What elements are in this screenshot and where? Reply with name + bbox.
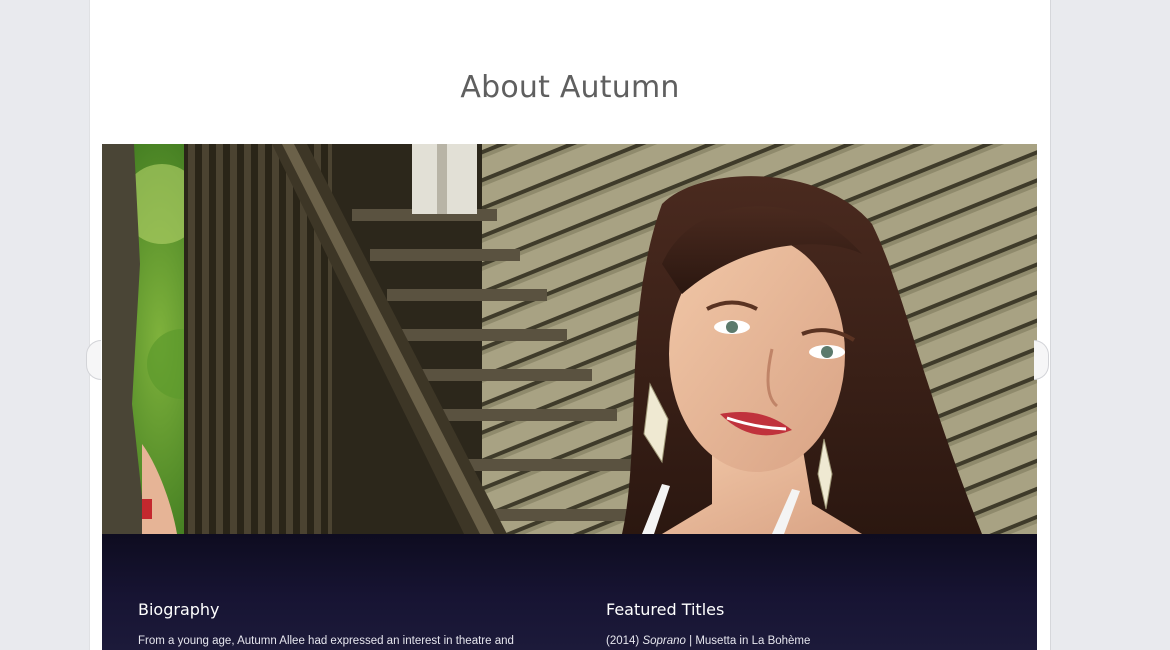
featured-titles-section: Featured Titles (2014) Soprano | Musetta… bbox=[606, 600, 1006, 647]
featured-title-separator: | bbox=[685, 635, 696, 647]
featured-titles-heading: Featured Titles bbox=[606, 600, 725, 619]
featured-title-year: (2014) bbox=[606, 635, 640, 647]
featured-title-role: Musetta in La Bohème bbox=[695, 635, 811, 647]
biography-text: From a young age, Autumn Allee had expre… bbox=[138, 635, 514, 647]
carousel-prev-button[interactable] bbox=[86, 340, 101, 380]
page-title: About Autumn bbox=[460, 70, 680, 106]
biography-heading: Biography bbox=[138, 600, 220, 619]
content-page: About Autumn Biography From a young age,… bbox=[89, 0, 1051, 650]
info-panel: Biography From a young age, Autumn Allee… bbox=[102, 534, 1037, 650]
biography-section: Biography From a young age, Autumn Allee… bbox=[138, 600, 568, 647]
featured-title-item: (2014) Soprano | Musetta in La Bohème bbox=[606, 635, 1006, 647]
featured-title-role-type: Soprano bbox=[642, 635, 686, 647]
hero-photo bbox=[102, 144, 1037, 534]
